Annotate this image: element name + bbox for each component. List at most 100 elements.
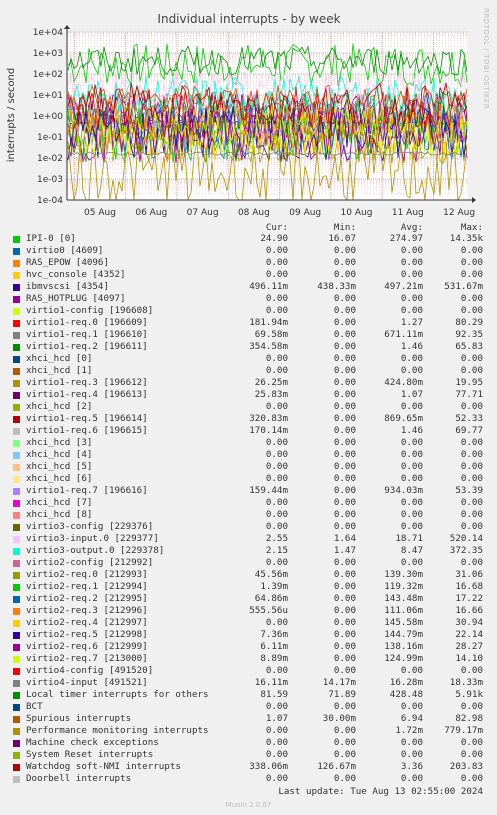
legend-series-name: xhci_hcd [0] [26,353,93,364]
legend-series-name: virtio2-req.3 [212996] [26,605,148,616]
legend-swatch [13,704,20,711]
legend-max-value: 53.39 [455,485,483,496]
legend-series-name: IPI-0 [0] [26,233,76,244]
legend-min-value: 0.00 [333,497,356,508]
legend-row: virtio1-req.0 [196609] 181.94m 0.00 1.27 80.… [0,317,497,329]
legend-min-value: 0.00 [333,725,356,736]
legend-row: virtio1-req.3 [196612] 26.25m 0.00 424.80m 1… [0,377,497,389]
legend-row: virtio1-req.6 [196615] 170.14m 0.00 1.46 69.… [0,425,497,437]
legend-cur-value: 159.44m [249,485,288,496]
legend-max-value: 0.00 [460,437,483,448]
legend-swatch [13,668,20,675]
legend-min-value: 0.00 [333,749,356,760]
legend-max-value: 0.00 [460,449,483,460]
legend-swatch [13,632,20,639]
y-tick-label: 1e+01 [33,91,63,101]
legend-min-value: 0.00 [333,401,356,412]
legend-cur-value: 7.36m [260,629,288,640]
legend-cur-value: 0.00 [265,269,288,280]
legend-cur-value: 0.00 [265,461,288,472]
legend-cur-value: 0.00 [265,749,288,760]
legend-min-value: 0.00 [333,605,356,616]
legend-row: virtio2-req.4 [212997] 0.00 0.00 145.58m 30.… [0,617,497,629]
legend-series-name: virtio2-req.7 [213000] [26,653,148,664]
legend-swatch [13,260,20,267]
legend-series-name: virtio2-req.5 [212998] [26,629,148,640]
y-tick-label: 1e-01 [37,133,63,143]
legend-series-name: virtio1-req.7 [196616] [26,485,148,496]
legend-row: virtio2-req.1 [212994] 1.39m 0.00 119.32m 16… [0,581,497,593]
legend-series-name: virtio3-config [229376] [26,521,154,532]
legend-min-value: 0.00 [333,389,356,400]
legend-min-value: 0.00 [333,569,356,580]
legend-row: Machine check exceptions 0.00 0.00 0.00 0.00 [0,737,497,749]
legend-min-value: 0.00 [333,665,356,676]
legend-cur-value: 0.00 [265,725,288,736]
legend-max-value: 19.95 [455,377,483,388]
x-tick-label: 11 Aug [392,208,424,218]
legend-swatch [13,440,20,447]
legend-series-name: virtio1-req.2 [196611] [26,341,148,352]
legend-series-name: xhci_hcd [1] [26,365,93,376]
legend-series-name: virtio1-req.5 [196614] [26,413,148,424]
rrdtool-side-label: RRDTOOL / TOBI OETIKER [482,8,490,109]
legend-row: virtio0 [4609] 0.00 0.00 0.00 0.00 [0,245,497,257]
legend-min-value: 0.00 [333,581,356,592]
legend-min-value: 0.00 [333,293,356,304]
legend-table: Cur: Min: Avg: Max: IPI-0 [0] 24.90 16.07 2… [0,222,497,785]
legend-series-name: virtio2-req.6 [212999] [26,641,148,652]
legend-min-value: 0.00 [333,305,356,316]
legend-max-value: 16.68 [455,581,483,592]
legend-min-value: 0.00 [333,461,356,472]
legend-row: virtio3-output.0 [229378] 2.15 1.47 8.47 372… [0,545,497,557]
legend-series-name: xhci_hcd [8] [26,509,93,520]
legend-row: hvc_console [4352] 0.00 0.00 0.00 0.00 [0,269,497,281]
legend-min-value: 0.00 [333,773,356,784]
legend-series-name: virtio0 [4609] [26,245,104,256]
legend-cur-value: 2.15 [265,545,288,556]
legend-row: xhci_hcd [3] 0.00 0.00 0.00 0.00 [0,437,497,449]
legend-swatch [13,344,20,351]
legend-min-value: 0.00 [333,701,356,712]
legend-swatch [13,728,20,735]
x-tick-label: 09 Aug [289,208,321,218]
legend-min-value: 0.00 [333,245,356,256]
legend-series-name: virtio2-req.4 [212997] [26,617,148,628]
legend-series-name: virtio2-req.2 [212995] [26,593,148,604]
legend-series-name: ibmvscsi [4354] [26,281,109,292]
y-tick-label: 1e+04 [33,28,64,38]
legend-cur-value: 0.00 [265,437,288,448]
legend-row: virtio1-req.5 [196614] 320.83m 0.00 869.65m… [0,413,497,425]
legend-max-value: 77.71 [455,389,483,400]
legend-cur-value: 0.00 [265,557,288,568]
legend-swatch [13,296,20,303]
legend-max-value: 0.00 [460,305,483,316]
legend-row: IPI-0 [0] 24.90 16.07 274.97 14.35k [0,233,497,245]
legend-max-value: 18.33m [449,677,483,688]
legend-swatch [13,368,20,375]
legend-cur-value: 0.00 [265,521,288,532]
legend-swatch [13,560,20,567]
legend-swatch [13,464,20,471]
y-ticks: 1e-04 1e-03 1e-02 1e-01 1e+00 1e+01 1e+02 1e+03… [33,28,64,206]
legend-row: virtio2-req.6 [212999] 6.11m 0.00 138.16m 28… [0,641,497,653]
legend-cur-value: 170.14m [249,425,288,436]
legend-series-name: virtio4-config [491520] [26,665,154,676]
legend-row: xhci_hcd [8] 0.00 0.00 0.00 0.00 [0,509,497,521]
legend-cur-value: 496.11m [249,281,288,292]
legend-cur-value: 69.58m [254,329,288,340]
legend-min-value: 0.00 [333,737,356,748]
legend-series-name: xhci_hcd [3] [26,437,93,448]
legend-series-name: virtio1-req.0 [196609] [26,317,148,328]
legend-swatch [13,752,20,759]
legend-cur-value: 0.00 [265,245,288,256]
legend-min-value: 0.00 [333,485,356,496]
legend-row: virtio2-req.7 [213000] 8.89m 0.00 124.99m 14… [0,653,497,665]
legend-swatch [13,416,20,423]
legend-swatch [13,308,20,315]
legend-row: virtio4-config [491520] 0.00 0.00 0.00 0.00 [0,665,497,677]
legend-swatch [13,680,20,687]
legend-row: Local timer interrupts for others 81.59 71… [0,689,497,701]
legend-swatch [13,488,20,495]
legend-series-name: RAS_EPOW [4096] [26,257,109,268]
